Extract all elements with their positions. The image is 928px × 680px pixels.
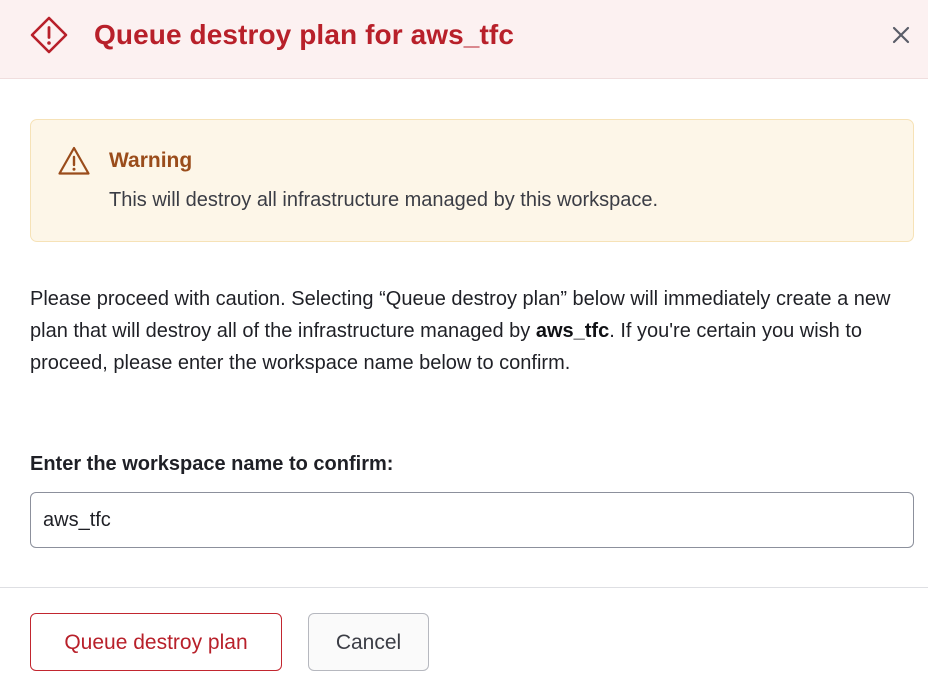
destroy-plan-dialog: Queue destroy plan for aws_tfc Warning T… <box>0 0 928 680</box>
dialog-title: Queue destroy plan for aws_tfc <box>94 19 514 50</box>
warning-alert: Warning This will destroy all infrastruc… <box>30 119 914 242</box>
cancel-button[interactable]: Cancel <box>308 613 429 671</box>
workspace-name-input[interactable] <box>30 492 914 548</box>
alert-triangle-icon <box>58 146 90 175</box>
warning-message: This will destroy all infrastructure man… <box>109 189 659 211</box>
dialog-description: Please proceed with caution. Selecting “… <box>30 283 910 379</box>
dialog-header: Queue destroy plan for aws_tfc <box>0 0 928 79</box>
alert-diamond-icon <box>30 16 68 54</box>
queue-destroy-plan-button[interactable]: Queue destroy plan <box>30 613 282 671</box>
footer-divider <box>0 587 928 588</box>
confirm-field-label: Enter the workspace name to confirm: <box>30 453 394 475</box>
close-icon[interactable] <box>886 20 916 50</box>
warning-title: Warning <box>109 149 193 172</box>
workspace-name: aws_tfc <box>535 320 610 342</box>
